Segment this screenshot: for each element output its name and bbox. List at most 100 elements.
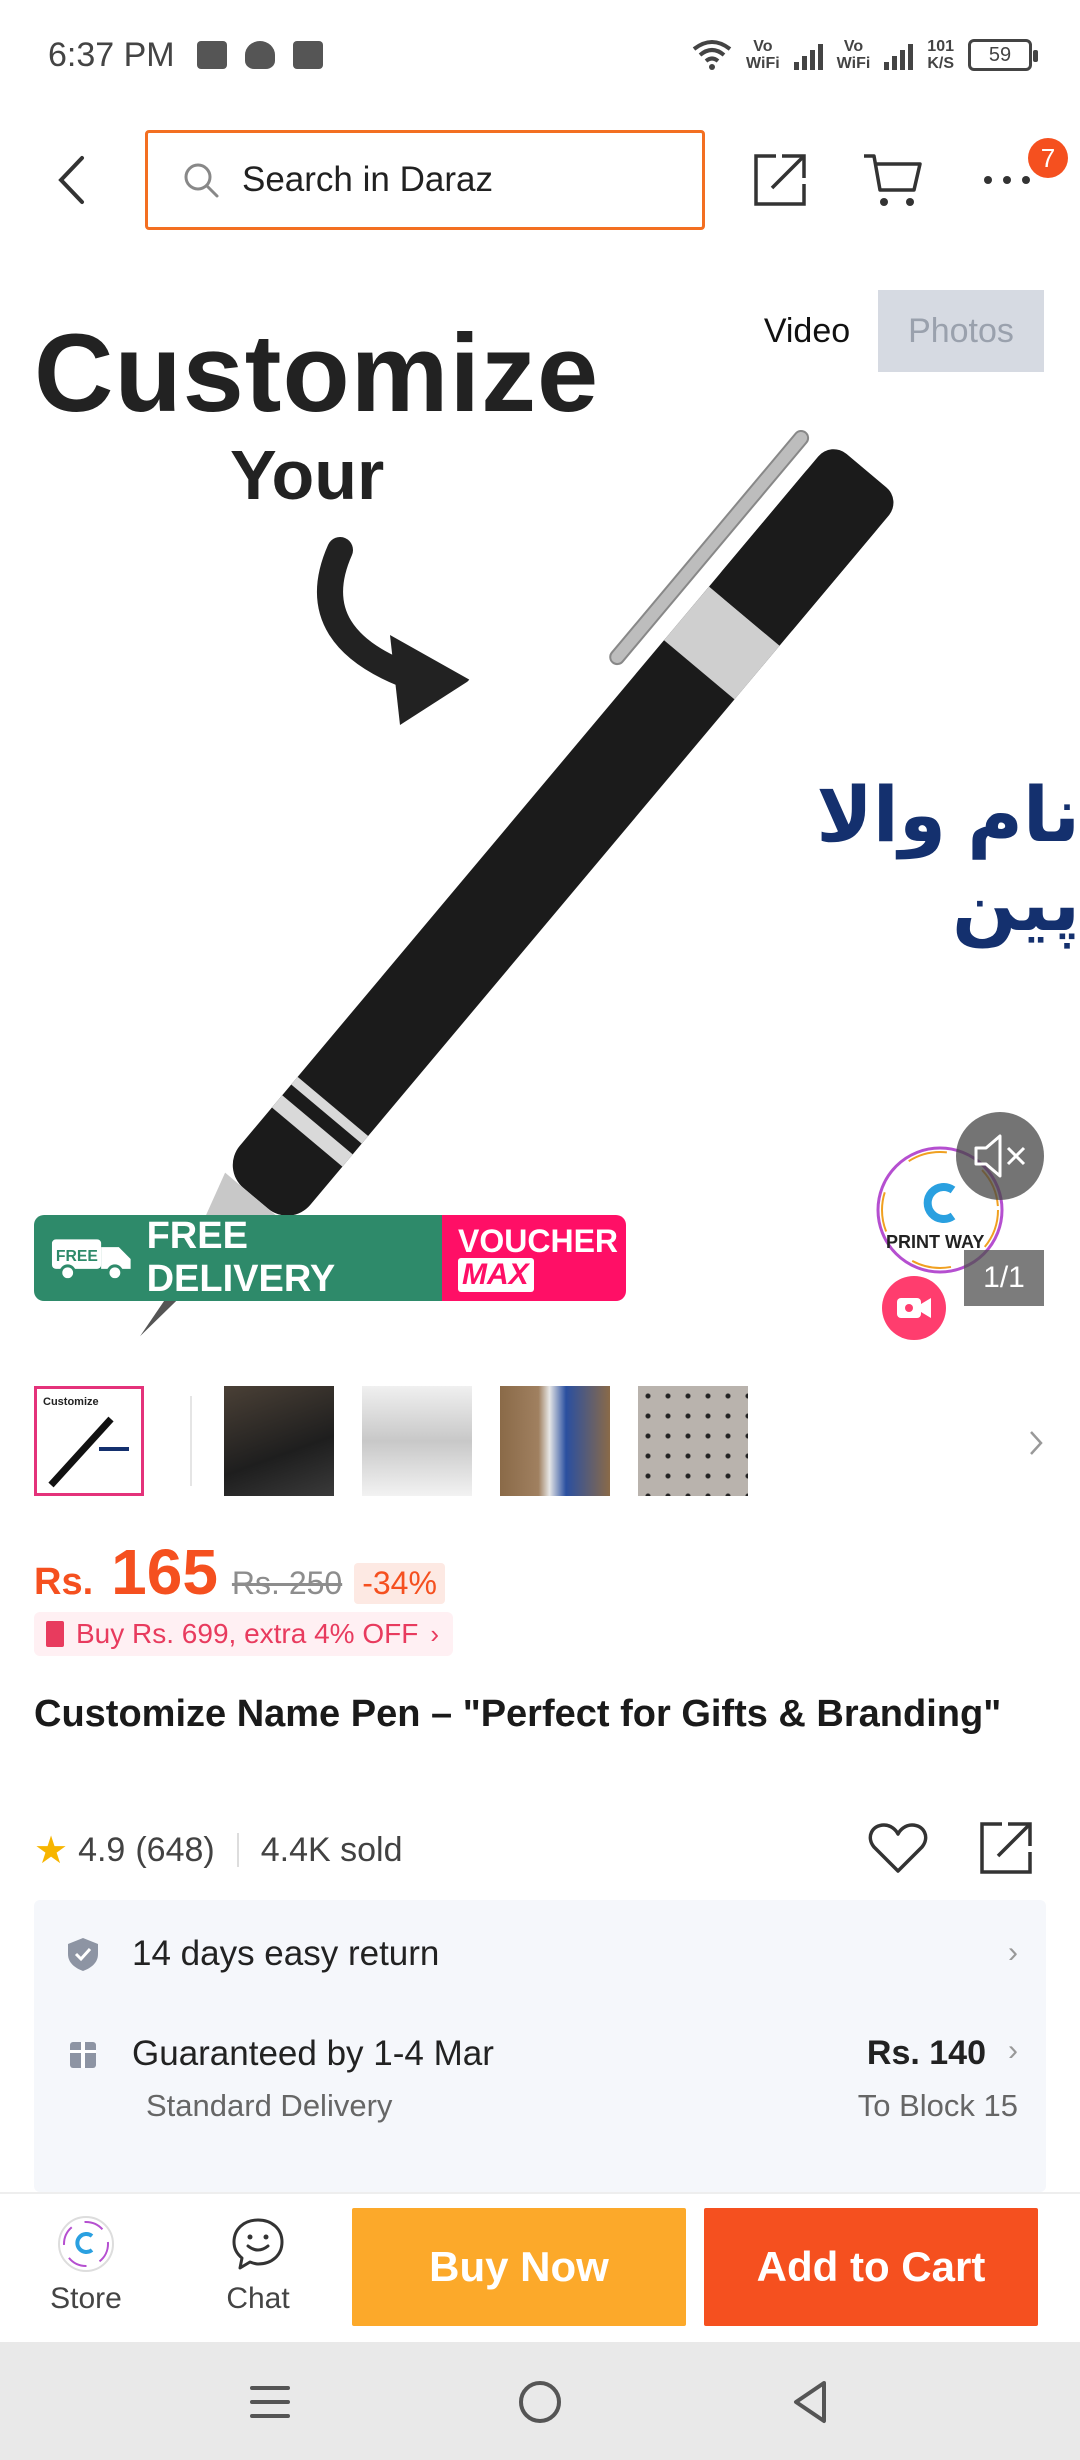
rating-count: (648) — [135, 1830, 215, 1869]
thumbnail-pen-image: Customize — [43, 1396, 129, 1488]
voucher-icon — [46, 1621, 64, 1647]
delivery-type-text: Standard Delivery — [146, 2088, 393, 2123]
bottom-action-bar: Store Chat Buy Now Add to Cart — [0, 2192, 1080, 2342]
media-tabs: Video Photos — [736, 290, 1044, 372]
snapchat-notification-icon — [244, 41, 275, 69]
thumbnail-4[interactable] — [500, 1386, 610, 1496]
wifi-icon — [692, 40, 732, 70]
package-icon — [70, 2042, 96, 2068]
back-button[interactable] — [46, 150, 96, 210]
back-nav-button[interactable] — [780, 2372, 840, 2432]
discount-badge: -34% — [354, 1563, 445, 1604]
chevron-left-icon — [58, 156, 84, 204]
signal-icon-1 — [793, 40, 823, 70]
cart-icon — [864, 154, 922, 206]
media-notification-icon — [196, 41, 227, 69]
menu-lines-icon — [250, 2386, 290, 2418]
delivery-fee: Rs. 140 — [866, 2034, 986, 2072]
share-icon — [980, 1822, 1032, 1874]
voucher-text: VOUCHER — [458, 1223, 619, 1259]
thumbnail-1[interactable]: Customize — [34, 1386, 144, 1496]
delivery-destination: To Block 15 — [857, 2088, 1018, 2123]
status-right: Vo WiFi Vo WiFi 101 K/S 59 — [692, 38, 1038, 72]
video-badge[interactable] — [882, 1276, 946, 1340]
vowifi-label-1: Vo WiFi — [746, 38, 780, 72]
return-chevron-icon: › — [1008, 1936, 1018, 1969]
chat-label: Chat — [226, 2282, 290, 2315]
promo-offer[interactable]: Buy Rs. 699, extra 4% OFF › — [34, 1612, 454, 1656]
status-bar: 6:37 PM Vo WiFi Vo WiFi 101 K/S 59 — [0, 0, 1080, 110]
service-info-box: 14 days easy return › Guaranteed by 1-4 … — [34, 1900, 1046, 2192]
net-speed: 101 K/S — [927, 38, 954, 72]
shield-check-icon — [68, 1938, 98, 1971]
delivery-truck-icon: FREE — [51, 1239, 131, 1282]
add-to-cart-button[interactable]: Add to Cart — [704, 2208, 1038, 2326]
svg-text:Customize: Customize — [43, 1396, 99, 1408]
cart-button[interactable] — [858, 145, 928, 215]
sold-count: 4.4K sold — [260, 1830, 403, 1869]
thumbnails-next-button[interactable] — [1016, 1418, 1056, 1468]
vowifi-label-2: Vo WiFi — [836, 38, 871, 72]
tab-video[interactable]: Video — [736, 290, 878, 372]
wishlist-button[interactable] — [862, 1812, 934, 1884]
share-product-button[interactable] — [970, 1812, 1042, 1884]
tab-photos[interactable]: Photos — [878, 290, 1044, 372]
more-dots-icon — [984, 176, 1030, 184]
rating-separator — [236, 1833, 239, 1867]
delivery-guarantee-text: Guaranteed by 1-4 Mar — [132, 2034, 494, 2073]
svg-text:FREE: FREE — [56, 1248, 98, 1265]
chat-icon — [232, 2218, 284, 2270]
search-input[interactable]: Search in Daraz — [145, 130, 705, 230]
price-currency: Rs. — [34, 1561, 94, 1603]
app-notification-icon — [292, 41, 323, 69]
price-row: Rs. 165 Rs. 250 -34% — [34, 1535, 445, 1608]
heart-icon — [868, 1823, 928, 1873]
share-header-button[interactable] — [745, 145, 815, 215]
mute-button[interactable] — [956, 1112, 1044, 1200]
cart-count-badge: 7 — [1028, 138, 1068, 178]
store-label: Store — [50, 2282, 122, 2315]
store-button[interactable]: Store — [26, 2214, 146, 2324]
promo-text: Buy Rs. 699, extra 4% OFF — [76, 1618, 419, 1649]
voucher-max-text: MAX — [458, 1258, 534, 1292]
share-icon — [754, 154, 806, 206]
notification-icons — [196, 41, 323, 69]
status-time: 6:37 PM — [48, 35, 175, 74]
original-price: Rs. 250 — [231, 1565, 343, 1601]
system-navigation-bar — [0, 2342, 1080, 2460]
free-delivery-text: FREE DELIVERY — [146, 1215, 336, 1300]
thumbnail-strip: Customize — [0, 1382, 1080, 1498]
buy-now-button[interactable]: Buy Now — [352, 2208, 686, 2326]
back-triangle-icon — [794, 2381, 826, 2423]
star-icon: ★ — [34, 1829, 69, 1872]
promo-chevron-icon: › — [430, 1618, 440, 1649]
thumbnail-5[interactable] — [638, 1386, 748, 1496]
hero-title-line2: Your — [230, 436, 385, 514]
video-camera-icon — [897, 1298, 931, 1318]
chat-button[interactable]: Chat — [198, 2214, 318, 2324]
recent-apps-button[interactable] — [240, 2372, 300, 2432]
image-counter: 1/1 — [964, 1250, 1044, 1306]
price-value: 165 — [111, 1536, 218, 1608]
search-icon — [184, 163, 219, 198]
signal-icon-2 — [884, 40, 914, 70]
hero-urdu-text: نام والا پین — [816, 773, 1080, 947]
product-title: Customize Name Pen – "Perfect for Gifts … — [34, 1693, 1002, 1735]
return-policy-row[interactable]: 14 days easy return › — [34, 1900, 1046, 2010]
speaker-muted-icon — [974, 1134, 1026, 1178]
rating-row[interactable]: ★ 4.9 (648) 4.4K sold — [34, 1820, 402, 1880]
thumbnail-3[interactable] — [362, 1386, 472, 1496]
home-circle-icon — [519, 2381, 561, 2423]
hero-title-line1: Customize — [34, 312, 600, 435]
thumbnail-divider — [190, 1396, 192, 1486]
delivery-row[interactable]: Guaranteed by 1-4 Mar Standard Delivery … — [34, 2016, 1046, 2192]
return-policy-text: 14 days easy return — [132, 1934, 440, 1973]
store-logo-icon — [58, 2216, 114, 2272]
delivery-chevron-icon: › — [1008, 2034, 1018, 2067]
top-header: Search in Daraz 7 — [0, 120, 1080, 240]
thumbnail-2[interactable] — [224, 1386, 334, 1496]
product-image-gallery[interactable]: Name/Text Here Customize Your نام والا پ… — [0, 270, 1080, 1350]
battery-icon: 59 — [968, 39, 1038, 71]
home-button[interactable] — [510, 2372, 570, 2432]
chevron-right-icon — [1030, 1431, 1043, 1455]
